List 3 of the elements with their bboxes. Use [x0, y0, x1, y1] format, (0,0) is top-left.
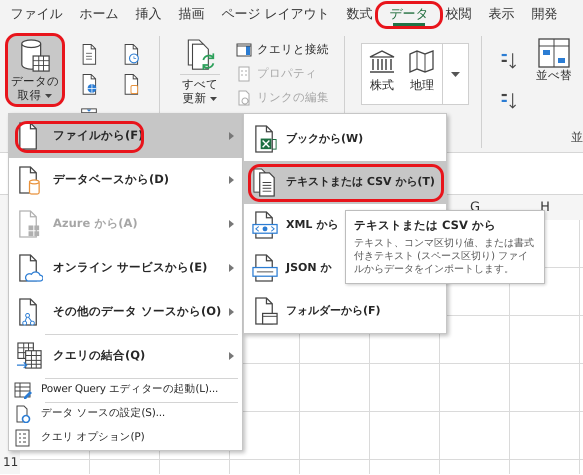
tooltip-title: テキストまたは CSV から [354, 217, 497, 234]
group-label: 並 [571, 129, 583, 146]
tooltip-text: テキスト、コンマ区切り値、または書式付きテキスト (スペース区切り) ファイルからデータをインポートします。 [354, 237, 535, 276]
